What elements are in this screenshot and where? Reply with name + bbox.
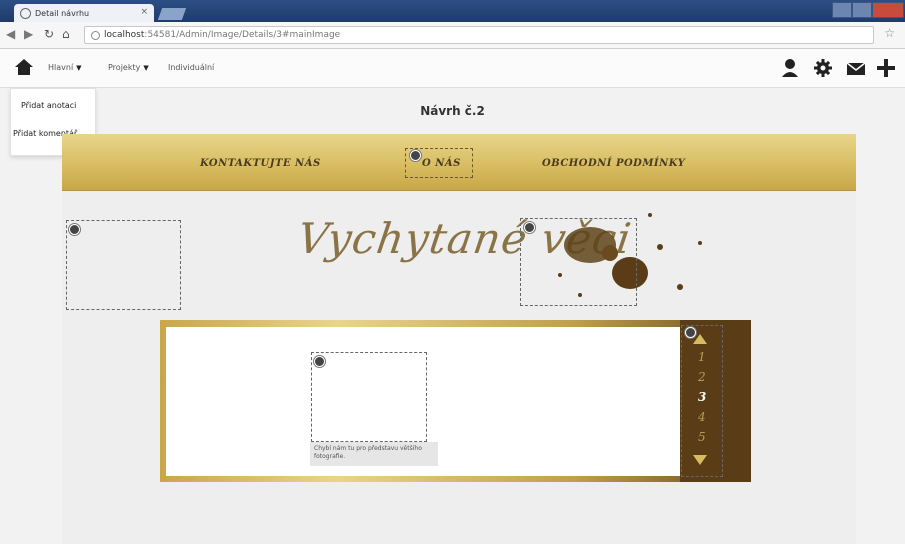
user-icon[interactable]: [780, 58, 800, 78]
slider-number[interactable]: 1: [698, 350, 706, 364]
back-icon[interactable]: ◀: [6, 27, 15, 41]
chevron-down-icon: ▼: [76, 63, 82, 72]
browser-titlebar: Detail návrhu ×: [0, 0, 905, 22]
app-toolbar: Hlavní ▼ Projekty ▼ Individuální: [0, 49, 905, 88]
add-icon[interactable]: [876, 58, 896, 78]
page-title: Návrh č.2: [420, 104, 485, 118]
nav-kontaktujte[interactable]: KONTAKTUJTE NÁS: [200, 158, 321, 169]
annotation-caption: Chybí nám tu pro představu většího fotog…: [310, 442, 438, 466]
annotation-marker-icon[interactable]: [410, 150, 421, 161]
slider-number[interactable]: 2: [698, 370, 706, 384]
url-host: localhost: [104, 30, 145, 40]
chevron-down-icon: ▼: [143, 63, 149, 72]
mail-icon[interactable]: [846, 58, 866, 78]
url-input[interactable]: localhost:54581/Admin/Image/Details/3#ma…: [84, 26, 874, 44]
design-nav-bar: KONTAKTUJTE NÁS O NÁS OBCHODNÍ PODMÍNKY: [62, 134, 856, 191]
menu-individualni-label: Individuální: [168, 63, 215, 72]
url-path: :54581/Admin/Image/Details/3#mainImage: [144, 30, 341, 40]
nav-obchodni-podminky[interactable]: OBCHODNÍ PODMÍNKY: [542, 158, 685, 169]
tab-title: Detail návrhu: [35, 8, 90, 18]
annotation-box-left[interactable]: [66, 220, 181, 310]
slider-number-active[interactable]: 3: [698, 390, 706, 404]
tab-close-icon[interactable]: ×: [140, 7, 148, 17]
gear-icon[interactable]: [813, 58, 833, 78]
menu-hlavni-label: Hlavní: [48, 63, 74, 72]
nav-o-nas[interactable]: O NÁS: [422, 158, 461, 169]
menu-individualni[interactable]: Individuální: [168, 63, 214, 72]
annotation-marker-icon[interactable]: [314, 356, 325, 367]
bookmark-star-icon[interactable]: ☆: [884, 26, 895, 40]
slider-number[interactable]: 4: [698, 410, 706, 424]
maximize-button[interactable]: [852, 2, 872, 18]
annotation-marker-icon[interactable]: [524, 222, 535, 233]
annotation-box-photo[interactable]: [311, 352, 427, 442]
browser-tab[interactable]: Detail návrhu ×: [14, 4, 154, 22]
annotation-marker-icon[interactable]: [69, 224, 80, 235]
menu-hlavni[interactable]: Hlavní ▼: [48, 63, 82, 72]
annotation-box-splash[interactable]: [520, 218, 637, 306]
close-window-button[interactable]: [872, 2, 904, 18]
new-tab-button[interactable]: [157, 8, 187, 20]
tab-favicon-icon: [20, 7, 31, 19]
forward-icon[interactable]: ▶: [24, 27, 33, 41]
slider-down-icon[interactable]: [693, 455, 707, 465]
slider-up-icon[interactable]: [693, 334, 707, 344]
menu-projekty-label: Projekty: [108, 63, 141, 72]
page-icon: [91, 30, 100, 40]
menu-projekty[interactable]: Projekty ▼: [108, 63, 149, 72]
home-browser-icon[interactable]: ⌂: [62, 27, 70, 41]
reload-icon[interactable]: ↻: [44, 27, 54, 41]
minimize-button[interactable]: [832, 2, 852, 18]
home-icon[interactable]: [14, 58, 34, 76]
slider-number[interactable]: 5: [698, 430, 706, 444]
address-bar: ◀ ▶ ↻ ⌂ localhost:54581/Admin/Image/Deta…: [0, 22, 905, 49]
